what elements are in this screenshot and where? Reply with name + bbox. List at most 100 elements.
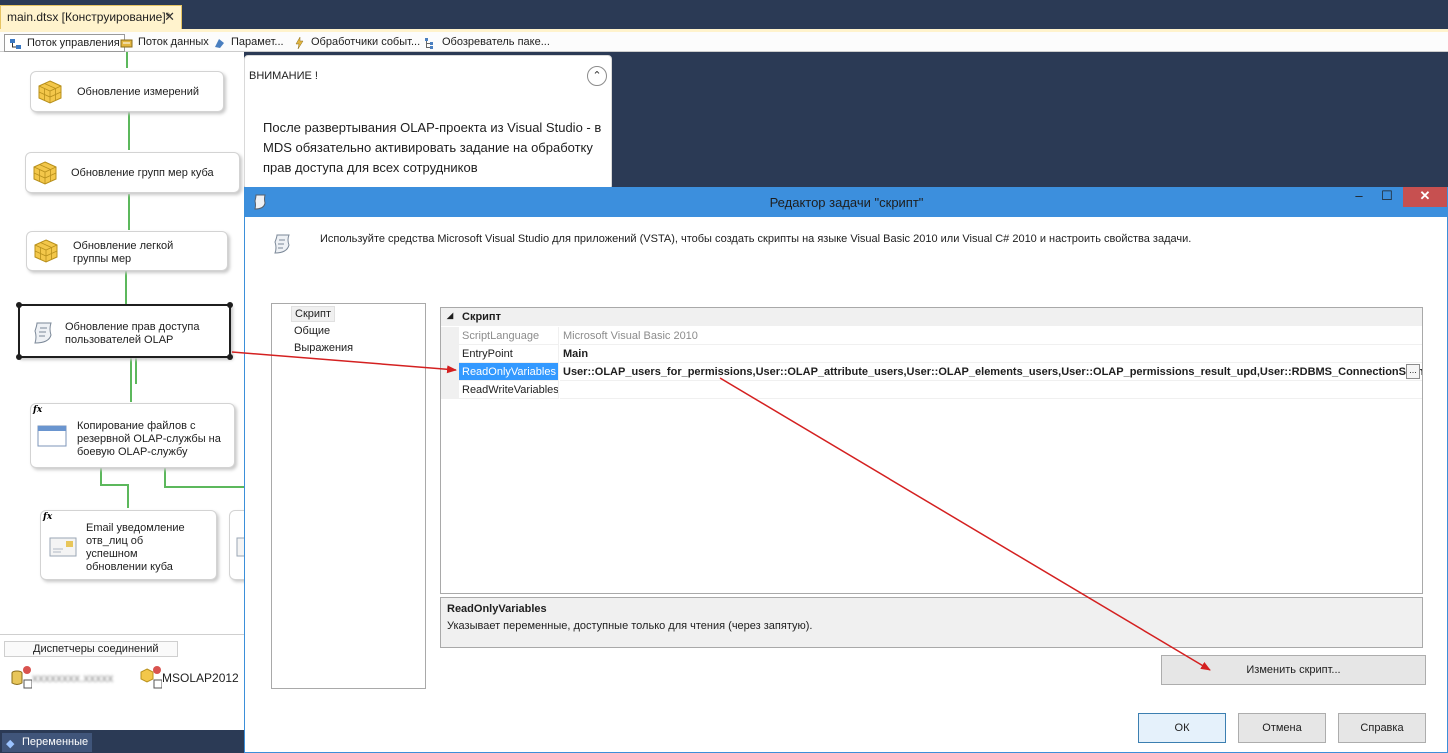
- property-value[interactable]: Main: [560, 345, 1422, 363]
- precedence-connector[interactable]: [164, 486, 244, 488]
- row-gutter: [441, 327, 459, 345]
- property-value[interactable]: [560, 381, 1422, 399]
- resize-handle[interactable]: [227, 354, 233, 360]
- property-row-selected[interactable]: ReadOnlyVariables User::OLAP_users_for_p…: [441, 363, 1422, 381]
- task-update-dimensions[interactable]: Обновление измерений: [30, 71, 224, 112]
- tab-label: Поток данных: [138, 36, 209, 48]
- script-task-editor-dialog: Редактор задачи "скрипт" ‒ ☐ ✕ Используй…: [244, 187, 1448, 753]
- page-script[interactable]: Скрипт: [291, 306, 336, 322]
- task-label: Копирование файлов с резервной OLAP-служ…: [77, 420, 221, 458]
- precedence-connector[interactable]: [100, 484, 128, 486]
- close-button[interactable]: ✕: [1403, 187, 1447, 207]
- description-title: ReadOnlyVariables: [447, 603, 547, 615]
- ellipsis-button[interactable]: ...: [1406, 364, 1420, 379]
- tab-label: Парамет...: [231, 36, 284, 48]
- precedence-connector[interactable]: [135, 358, 137, 384]
- task-label: Email уведомление отв_лиц об успешном об…: [86, 522, 185, 573]
- control-flow-icon: [10, 39, 21, 49]
- resize-handle[interactable]: [16, 302, 22, 308]
- cancel-button[interactable]: Отмена: [1238, 713, 1326, 743]
- document-tab[interactable]: main.dtsx [Конструирование]* ✕: [0, 5, 182, 29]
- row-gutter: [441, 345, 459, 363]
- window-icon: [37, 425, 67, 447]
- connection-managers-tab[interactable]: Диспетчеры соединений: [4, 641, 178, 657]
- tab-label: Поток управления: [27, 37, 120, 49]
- property-row[interactable]: ReadWriteVariables: [441, 381, 1422, 399]
- collapse-icon[interactable]: ⌃: [587, 66, 607, 86]
- task-label: Обновление прав доступа пользователей OL…: [65, 321, 200, 346]
- variables-icon: ◆: [6, 738, 15, 750]
- task-email-notification[interactable]: fx Email уведомление отв_лиц об успешном…: [40, 510, 217, 580]
- designer-tab-bar: Поток управления Поток данных Парамет...…: [0, 29, 1448, 52]
- task-update-cube-measure-groups[interactable]: Обновление групп мер куба: [25, 152, 240, 193]
- connection-item[interactable]: xxxxxxxx.xxxxx: [10, 665, 130, 689]
- property-value[interactable]: User::OLAP_users_for_permissions,User::O…: [560, 363, 1422, 381]
- collapse-triangle-icon[interactable]: ◢: [447, 311, 453, 320]
- row-gutter: [441, 363, 459, 381]
- tab-event-handlers[interactable]: Обработчики событ...: [289, 34, 424, 52]
- tab-parameters[interactable]: Парамет...: [209, 34, 288, 52]
- variables-tab[interactable]: ◆ Переменные: [2, 733, 93, 752]
- tab-data-flow[interactable]: Поток данных: [116, 34, 213, 52]
- tab-package-explorer[interactable]: Обозреватель паке...: [420, 34, 554, 52]
- task-update-light-measure-group[interactable]: Обновление легкой группы мер: [26, 231, 228, 271]
- description-text: Указывает переменные, доступные только д…: [447, 620, 813, 632]
- help-button[interactable]: Справка: [1338, 713, 1426, 743]
- tab-control-flow[interactable]: Поток управления: [4, 34, 125, 52]
- dialog-intro-text: Используйте средства Microsoft Visual St…: [320, 233, 1192, 245]
- connection-label-obscured: xxxxxxxx.xxxxx: [32, 671, 114, 685]
- page-general[interactable]: Общие: [291, 324, 333, 340]
- cube-icon: [33, 161, 57, 185]
- row-gutter: [441, 381, 459, 399]
- task-update-olap-permissions[interactable]: Обновление прав доступа пользователей OL…: [16, 302, 233, 360]
- data-flow-icon: [120, 39, 133, 48]
- minimize-button[interactable]: ‒: [1346, 187, 1372, 207]
- property-name: EntryPoint: [459, 345, 559, 363]
- variables-tab-label: Переменные: [22, 736, 89, 748]
- ok-button[interactable]: ОК: [1138, 713, 1226, 743]
- control-flow-canvas[interactable]: Обновление измерений Обновление групп ме…: [0, 52, 269, 634]
- property-description: ReadOnlyVariables Указывает переменные, …: [440, 597, 1423, 648]
- task-label: Обновление измерений: [77, 86, 200, 98]
- precedence-connector[interactable]: [125, 270, 127, 304]
- edit-script-button[interactable]: Изменить скрипт...: [1161, 655, 1426, 685]
- category-label: Скрипт: [462, 311, 501, 323]
- package-explorer-icon: [425, 38, 433, 49]
- precedence-connector[interactable]: [126, 52, 128, 68]
- bottom-toolbar: ◆ Переменные: [0, 732, 244, 753]
- property-category[interactable]: ◢ Скрипт: [441, 308, 1422, 326]
- task-copy-olap-files[interactable]: fx Копирование файлов с резервной OLAP-с…: [30, 403, 235, 468]
- precedence-connector[interactable]: [128, 194, 130, 230]
- close-tab-icon[interactable]: ✕: [164, 9, 175, 25]
- expression-badge-icon: fx: [43, 512, 53, 522]
- task-label: Обновление групп мер куба: [71, 167, 214, 179]
- tab-label: Обозреватель паке...: [442, 36, 550, 48]
- resize-handle[interactable]: [227, 302, 233, 308]
- property-row[interactable]: ScriptLanguage Microsoft Visual Basic 20…: [441, 327, 1422, 345]
- script-icon: [34, 322, 52, 344]
- annotation-title: ВНИМАНИЕ !: [249, 70, 318, 82]
- property-grid: ◢ Скрипт ScriptLanguage Microsoft Visual…: [440, 307, 1423, 594]
- annotation-note[interactable]: ВНИМАНИЕ ! ⌃ После развертывания OLAP-пр…: [244, 55, 612, 190]
- resize-handle[interactable]: [16, 354, 22, 360]
- olap-connection-icon: [140, 666, 162, 689]
- precedence-connector[interactable]: [128, 112, 130, 150]
- task-label: Обновление легкой группы мер: [73, 240, 174, 265]
- connection-item[interactable]: MSOLAP2012: [140, 665, 244, 689]
- parameters-icon: [215, 39, 224, 48]
- precedence-connector[interactable]: [127, 484, 129, 508]
- precedence-connector[interactable]: [164, 468, 166, 488]
- property-row[interactable]: EntryPoint Main: [441, 345, 1422, 363]
- property-name: ReadOnlyVariables: [459, 363, 559, 381]
- script-icon: [274, 234, 290, 254]
- maximize-button[interactable]: ☐: [1374, 187, 1400, 207]
- property-value[interactable]: Microsoft Visual Basic 2010: [560, 327, 1422, 345]
- dialog-titlebar[interactable]: Редактор задачи "скрипт" ‒ ☐ ✕: [245, 187, 1448, 217]
- precedence-connector[interactable]: [130, 358, 132, 402]
- document-tab-title: main.dtsx [Конструирование]*: [7, 10, 171, 24]
- page-expressions[interactable]: Выражения: [291, 341, 356, 357]
- tab-label: Обработчики событ...: [311, 36, 421, 48]
- pages-list: Скрипт Общие Выражения: [271, 303, 426, 689]
- cube-icon: [34, 239, 58, 263]
- annotation-text: После развертывания OLAP-проекта из Visu…: [263, 120, 602, 175]
